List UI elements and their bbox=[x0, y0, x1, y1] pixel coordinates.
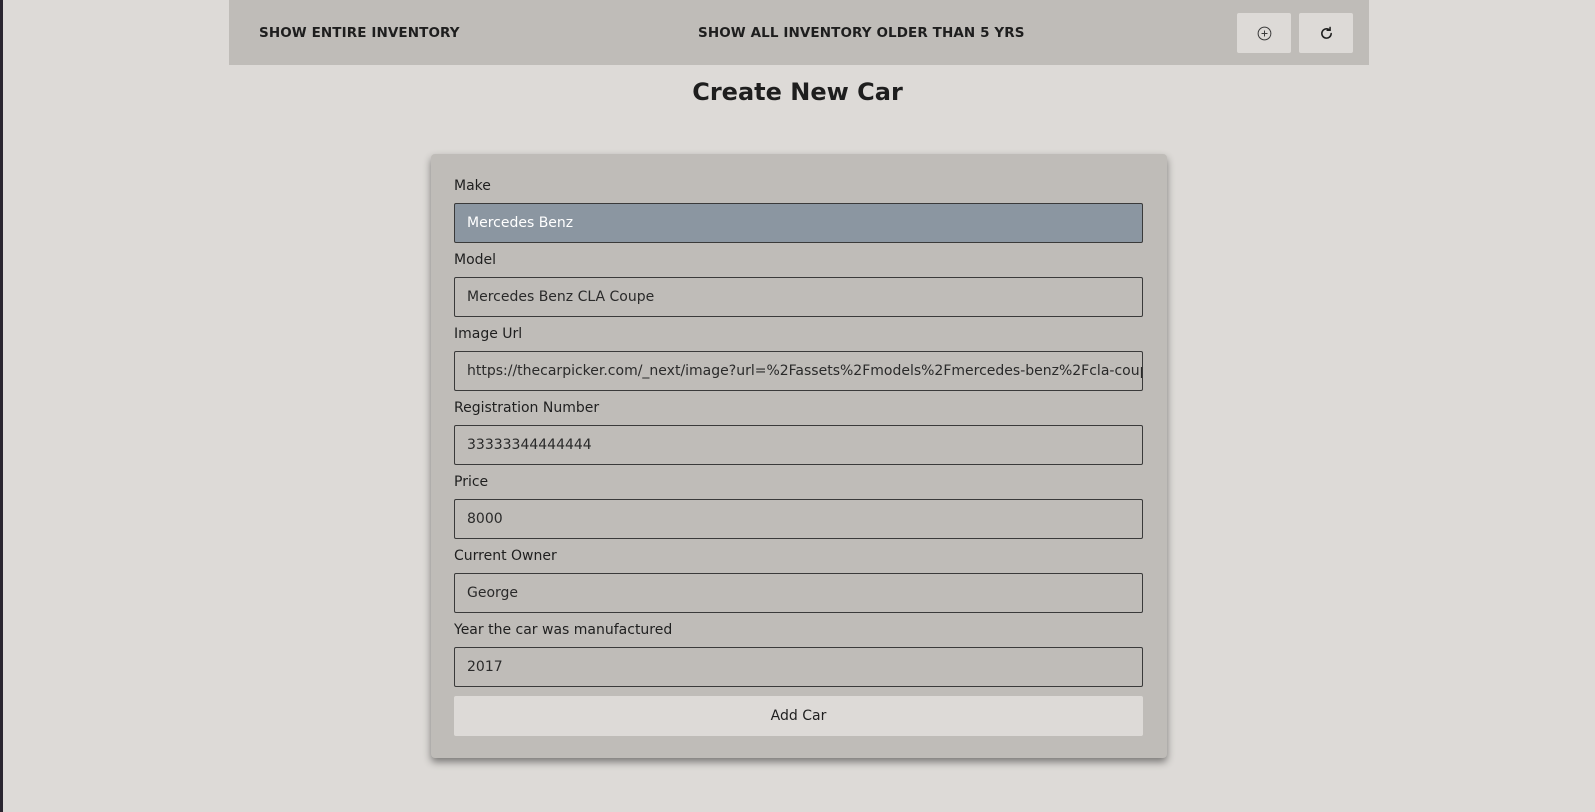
add-car-submit-button[interactable]: Add Car bbox=[454, 696, 1143, 736]
refresh-icon bbox=[1318, 25, 1335, 42]
price-input[interactable]: 8000 bbox=[454, 499, 1143, 539]
nav-show-entire-inventory[interactable]: SHOW ENTIRE INVENTORY bbox=[259, 0, 460, 65]
year-input[interactable]: 2017 bbox=[454, 647, 1143, 687]
model-input[interactable]: Mercedes Benz CLA Coupe bbox=[454, 277, 1143, 317]
refresh-button[interactable] bbox=[1299, 13, 1353, 53]
model-label: Model bbox=[454, 252, 497, 268]
image-url-input[interactable]: https://thecarpicker.com/_next/image?url… bbox=[454, 351, 1143, 391]
registration-number-input[interactable]: 33333344444444 bbox=[454, 425, 1143, 465]
current-owner-label: Current Owner bbox=[454, 548, 557, 564]
registration-number-label: Registration Number bbox=[454, 400, 600, 416]
make-label: Make bbox=[454, 178, 491, 194]
price-label: Price bbox=[454, 474, 489, 490]
create-car-form: Make Mercedes Benz Model Mercedes Benz C… bbox=[431, 154, 1167, 758]
page-title: Create New Car bbox=[692, 78, 903, 106]
year-label: Year the car was manufactured bbox=[454, 622, 673, 638]
add-car-button[interactable] bbox=[1237, 13, 1291, 53]
nav-show-older-inventory[interactable]: SHOW ALL INVENTORY OLDER THAN 5 YRS bbox=[698, 0, 1025, 65]
image-url-label: Image Url bbox=[454, 326, 523, 342]
make-input[interactable]: Mercedes Benz bbox=[454, 203, 1143, 243]
plus-circle-icon bbox=[1256, 25, 1273, 42]
window-edge bbox=[0, 0, 3, 812]
top-navbar: SHOW ENTIRE INVENTORY SHOW ALL INVENTORY… bbox=[229, 0, 1369, 65]
current-owner-input[interactable]: George bbox=[454, 573, 1143, 613]
